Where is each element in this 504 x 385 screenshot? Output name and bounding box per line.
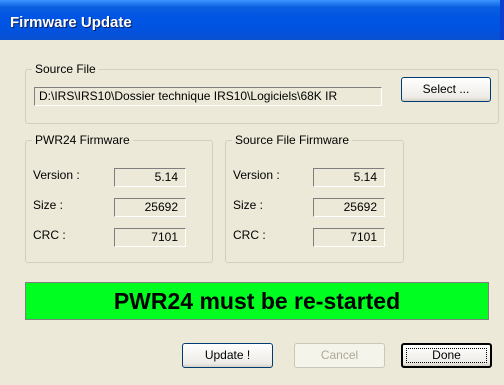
pwr24-version-label: Version : bbox=[33, 168, 80, 182]
source-file-path-field[interactable]: D:\IRS\IRS10\Dossier technique IRS10\Log… bbox=[34, 87, 382, 106]
source-version-label: Version : bbox=[233, 168, 280, 182]
title-bar[interactable]: Firmware Update bbox=[0, 0, 504, 40]
source-version-field: 5.14 bbox=[313, 168, 385, 187]
source-size-label: Size : bbox=[233, 198, 264, 212]
cancel-button[interactable]: Cancel bbox=[294, 343, 385, 368]
source-size-field: 25692 bbox=[313, 198, 385, 217]
source-file-legend: Source File bbox=[35, 62, 96, 76]
pwr24-version-field: 5.14 bbox=[114, 168, 186, 187]
select-button[interactable]: Select ... bbox=[401, 77, 491, 102]
pwr24-crc-label: CRC : bbox=[33, 228, 66, 242]
source-crc-field: 7101 bbox=[313, 228, 385, 247]
pwr24-size-field: 25692 bbox=[114, 198, 186, 217]
source-crc-label: CRC : bbox=[233, 228, 266, 242]
done-button[interactable]: Done bbox=[401, 343, 492, 368]
status-banner: PWR24 must be re-started bbox=[25, 282, 489, 320]
window-title: Firmware Update bbox=[10, 14, 132, 31]
pwr24-crc-field: 7101 bbox=[114, 228, 186, 247]
focus-ring bbox=[406, 348, 487, 363]
source-file-firmware-legend: Source File Firmware bbox=[235, 133, 350, 147]
pwr24-size-label: Size : bbox=[33, 198, 64, 212]
pwr24-firmware-legend: PWR24 Firmware bbox=[35, 133, 130, 147]
update-button[interactable]: Update ! bbox=[182, 343, 273, 368]
dialog-body: Source File D:\IRS\IRS10\Dossier techniq… bbox=[0, 40, 504, 385]
